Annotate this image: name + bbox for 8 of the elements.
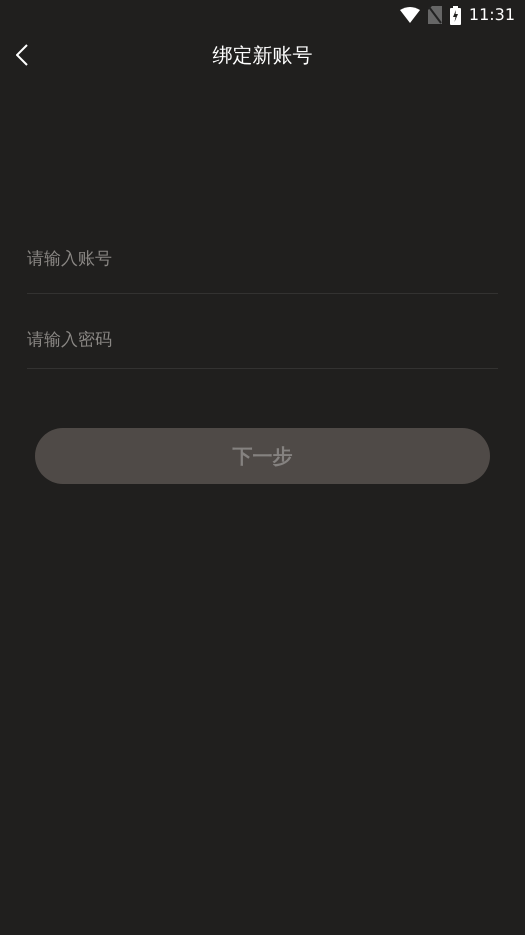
page-title: 绑定新账号	[212, 42, 312, 69]
battery-charging-icon	[450, 6, 461, 24]
status-time: 11:31	[468, 4, 515, 26]
wifi-icon	[400, 7, 420, 23]
no-sim-icon	[428, 6, 442, 24]
input-field[interactable]: 请输入账号	[27, 225, 498, 294]
back-icon[interactable]	[16, 44, 28, 66]
input-field[interactable]: 请输入密码	[27, 294, 498, 369]
